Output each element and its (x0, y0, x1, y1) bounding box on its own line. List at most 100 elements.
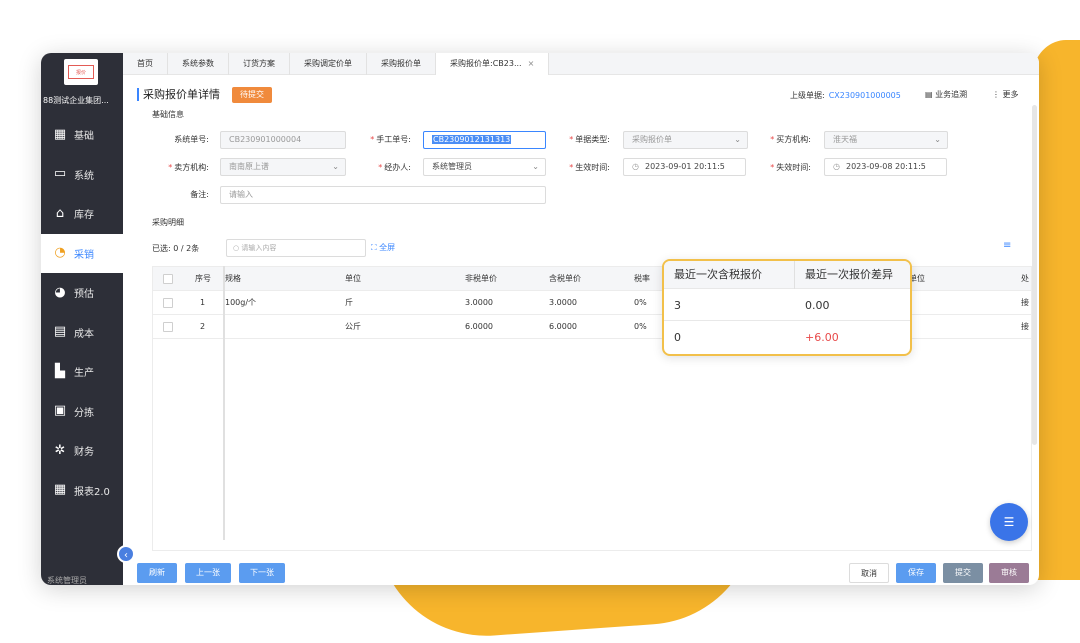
sidebar-item-report[interactable]: ▦ 报表2.0 (41, 471, 123, 511)
row-checkbox[interactable] (163, 322, 173, 332)
required-mark: * (569, 163, 574, 172)
remark-label: 备注: (190, 190, 209, 199)
popup-last-price: 0 (674, 331, 681, 344)
popup-header-row: 最近一次含税报价 最近一次报价差异 (664, 261, 910, 289)
status-badge: 待提交 (232, 87, 272, 103)
search-input[interactable]: ○ 请输入内容 (226, 239, 366, 257)
quick-search-fab[interactable]: ☰ (990, 503, 1028, 541)
refresh-button[interactable]: 刷新 (137, 563, 177, 583)
next-button[interactable]: 下一张 (239, 563, 285, 583)
manual-no-input[interactable]: CB2309012131313 (423, 131, 546, 149)
monitor-icon: ▭ (53, 166, 67, 182)
sidebar-item-inventory[interactable]: ⌂ 库存 (41, 194, 123, 234)
doc-type-label: * 单据类型: (540, 134, 610, 145)
sidebar-item-label: 财务 (74, 447, 94, 459)
cell-action[interactable]: 接 (1021, 291, 1029, 315)
section-purchase-detail: 采购明细 (152, 218, 184, 227)
audit-button[interactable]: 审核 (989, 563, 1029, 583)
expire-value: 2023-09-08 20:11:5 (845, 162, 926, 171)
cancel-button[interactable]: 取消 (849, 563, 889, 583)
tab-system-params[interactable]: 系统参数 (168, 53, 229, 75)
sidebar-item-label: 成本 (74, 328, 94, 340)
manual-no-label: * 手工单号: (341, 134, 411, 145)
save-button[interactable]: 保存 (896, 563, 936, 583)
fullscreen-button[interactable]: ⛶ 全屏 (371, 242, 395, 253)
cell-price-ex: 6.0000 (465, 322, 493, 331)
required-mark: * (770, 135, 775, 144)
sidebar-item-label: 采销 (74, 249, 94, 261)
business-trace-button[interactable]: ▤ 业务追溯 (925, 89, 967, 100)
expire-date-picker[interactable]: ◷ 2023-09-08 20:11:5 (824, 158, 947, 176)
buyer-select[interactable]: 淮天福 ⌄ (824, 131, 948, 149)
report-icon: ▦ (53, 482, 67, 498)
tab-price-adjust[interactable]: 采购调定价单 (290, 53, 367, 75)
sidebar-item-basic[interactable]: ▦ 基础 (41, 115, 123, 155)
tab-home[interactable]: 首页 (123, 53, 168, 75)
submit-button[interactable]: 提交 (943, 563, 983, 583)
tab-label: 采购报价单:CB23... (450, 58, 522, 68)
effective-label: * 生效时间: (540, 162, 610, 173)
sidebar-item-production[interactable]: ▙ 生产 (41, 352, 123, 392)
chevron-down-icon: ⌄ (332, 162, 339, 171)
sidebar-nav: ▦ 基础 ▭ 系统 ⌂ 库存 ◔ 采销 ◕ 预估 ▤ 成本 ▙ 生产 ▣ 分拣 ✲ 财务 ▦ 报表2… (41, 115, 123, 510)
doc-type-value: 采购报价单 (632, 135, 672, 144)
sidebar-item-label: 预估 (74, 289, 94, 301)
clock-icon: ◷ (632, 162, 639, 171)
logo-mark: 报价 (68, 65, 94, 79)
sidebar-item-label: 生产 (74, 368, 94, 380)
column-filter-icon[interactable]: ≡ (1003, 240, 1011, 251)
expire-label-text: 失效时间: (776, 163, 811, 172)
popup-diff: +6.00 (805, 331, 839, 344)
org-name[interactable]: 88测试企业集团... (41, 95, 123, 111)
required-mark: * (569, 135, 574, 144)
buyer-value: 淮天福 (833, 135, 857, 144)
cell-price-in: 6.0000 (549, 322, 577, 331)
logo: 报价 (64, 59, 98, 85)
row-checkbox[interactable] (163, 298, 173, 308)
popup-diff: 0.00 (805, 299, 830, 312)
sys-no-label: 系统单号: (174, 135, 209, 144)
manual-no-value: CB2309012131313 (432, 135, 512, 144)
effective-value: 2023-09-01 20:11:5 (644, 162, 725, 171)
vertical-scrollbar[interactable] (1032, 105, 1037, 445)
close-icon[interactable]: × (528, 59, 535, 68)
upper-document-link[interactable]: CX230901000005 (829, 91, 901, 100)
popup-header-divider (794, 261, 795, 289)
handler-select[interactable]: 系统管理员 ⌄ (423, 158, 546, 176)
select-all-checkbox[interactable] (163, 274, 173, 284)
cell-no: 2 (200, 322, 206, 331)
seller-select[interactable]: 南南原上谱 ⌄ (220, 158, 346, 176)
upper-document: 上级单据: CX230901000005 (790, 90, 901, 101)
more-button[interactable]: ⋮ 更多 (992, 89, 1019, 100)
handler-label-text: 经办人: (384, 163, 411, 172)
sidebar-item-cost[interactable]: ▤ 成本 (41, 313, 123, 353)
tab-quote-detail[interactable]: 采购报价单:CB23... × (436, 53, 550, 75)
grid-icon: ▦ (53, 126, 67, 142)
tab-order-plan[interactable]: 订货方案 (229, 53, 290, 75)
fullscreen-label: 全屏 (379, 243, 396, 252)
tab-quote-list[interactable]: 采购报价单 (367, 53, 436, 75)
current-user[interactable]: 系统管理员 (41, 575, 123, 585)
price-comparison-popup: 最近一次含税报价 最近一次报价差异 3 0.00 0 +6.00 (662, 259, 912, 356)
doc-type-select[interactable]: 采购报价单 ⌄ (623, 131, 748, 149)
section-basic-info: 基础信息 (152, 110, 184, 119)
sidebar-item-label: 库存 (74, 210, 94, 222)
sidebar-item-sorting[interactable]: ▣ 分拣 (41, 392, 123, 432)
col-header-tax: 税率 (634, 274, 650, 283)
cell-action[interactable]: 接 (1021, 315, 1029, 339)
search-placeholder: 请输入内容 (241, 244, 277, 252)
page-title: 采购报价单详情 (137, 88, 220, 101)
sidebar-item-finance[interactable]: ✲ 财务 (41, 431, 123, 471)
sidebar-item-forecast[interactable]: ◕ 预估 (41, 273, 123, 313)
effective-date-picker[interactable]: ◷ 2023-09-01 20:11:5 (623, 158, 746, 176)
collapse-sidebar-button[interactable]: ‹ (117, 545, 135, 563)
sidebar-item-purchase-sales[interactable]: ◔ 采销 (41, 233, 123, 273)
sidebar-item-system[interactable]: ▭ 系统 (41, 155, 123, 195)
cell-price-in: 3.0000 (549, 298, 577, 307)
required-mark: * (378, 163, 383, 172)
popup-last-price: 3 (674, 299, 681, 312)
remark-input[interactable]: 请输入 (220, 186, 546, 204)
prev-button[interactable]: 上一张 (185, 563, 231, 583)
handler-value: 系统管理员 (432, 162, 472, 171)
col-header-unit: 单位 (345, 274, 361, 283)
